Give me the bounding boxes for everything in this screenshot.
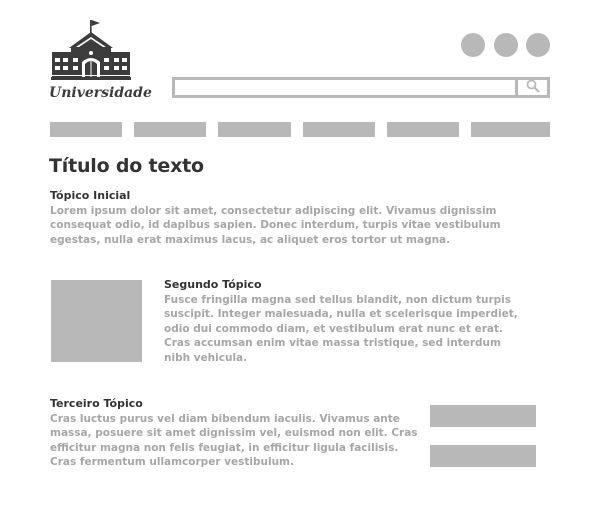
search-icon [526, 78, 540, 97]
section-body: Fusce fringilla magna sed tellus blandit… [164, 294, 518, 364]
section-heading: Tópico Inicial [50, 189, 131, 202]
image-placeholder [51, 280, 142, 362]
nav-item[interactable] [303, 122, 375, 137]
university-building-icon[interactable] [51, 18, 131, 80]
logo-text: Universidade [49, 85, 152, 101]
search-field[interactable] [172, 77, 515, 99]
section-heading: Segundo Tópico [164, 278, 262, 291]
sidebar-block[interactable] [430, 445, 536, 467]
section-heading: Terceiro Tópico [50, 397, 143, 410]
search-button[interactable] [515, 77, 550, 98]
nav-item[interactable] [218, 122, 291, 137]
page-title: Título do texto [49, 155, 204, 177]
sidebar-block[interactable] [430, 405, 536, 427]
nav-item[interactable] [471, 122, 550, 137]
circle-icon[interactable] [494, 33, 518, 57]
nav-item[interactable] [134, 122, 206, 137]
search-input[interactable] [175, 84, 515, 99]
circle-icon[interactable] [461, 33, 485, 57]
nav-item[interactable] [387, 122, 459, 137]
nav-item[interactable] [50, 122, 122, 137]
section-body: Cras luctus purus vel diam bibendum iacu… [50, 413, 418, 469]
section-body: Lorem ipsum dolor sit amet, consectetur … [50, 205, 501, 246]
circle-icon[interactable] [526, 33, 550, 57]
